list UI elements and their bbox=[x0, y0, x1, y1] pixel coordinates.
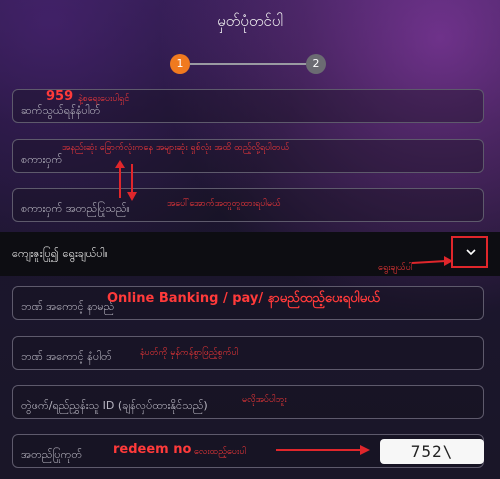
verify-note-bold: redeem no bbox=[113, 442, 192, 457]
phone-note-number: 959 bbox=[46, 89, 74, 104]
phone-note-text: နဲ့စရေးပေးပါရှင် bbox=[78, 94, 130, 104]
select-note: ရွေးချယ်ပါ bbox=[378, 263, 413, 273]
captcha-image[interactable]: 752\ bbox=[380, 439, 484, 464]
chevron-down-icon bbox=[466, 249, 476, 256]
step-connector bbox=[190, 63, 306, 65]
account-name-placeholder: ဘဏ် အကောင့် နာမည် bbox=[21, 300, 115, 313]
page-title: မှတ်ပုံတင်ပါ bbox=[217, 12, 283, 30]
bank-select-dropdown-toggle[interactable] bbox=[451, 236, 488, 268]
account-number-placeholder: ဘဏ် အကောင့် နံပါတ် bbox=[21, 350, 112, 363]
up-down-arrows bbox=[115, 160, 137, 201]
bank-select[interactable]: ကျေးဇူးပြု၍ ရွေးချယ်ပါ။ bbox=[0, 232, 500, 276]
step-indicator: 1 2 bbox=[0, 54, 500, 74]
phone-placeholder: ဆက်သွယ်ရန်နံပါတ် bbox=[21, 104, 101, 117]
account-name-note: Online Banking / pay/ နာမည်ထည့်ပေးရပါမယ် bbox=[107, 291, 380, 306]
account-number-field[interactable]: ဘဏ် အကောင့် နံပါတ် bbox=[12, 336, 484, 370]
account-number-note: နံပတ်ကို မှန်ကန်စွာဖြည့်စွက်ပါ bbox=[140, 348, 239, 358]
select-arrow bbox=[411, 256, 453, 266]
password-note: အနည်းဆုံး ခြောက်လုံးကနေ အများဆုံး ရှစ်လု… bbox=[62, 143, 290, 153]
referral-placeholder: တွဲဖက်/ရည်ညွှန်းသူ ID (ချန်လှပ်ထားနိုင်သ… bbox=[21, 399, 208, 412]
step-2: 2 bbox=[306, 54, 326, 74]
step-1: 1 bbox=[170, 54, 190, 74]
bank-select-placeholder: ကျေးဇူးပြု၍ ရွေးချယ်ပါ။ bbox=[12, 247, 108, 260]
password-placeholder: စကားဝှက် bbox=[21, 153, 63, 166]
confirm-note: အပေါ်အောက်အတူတူထားရပါမယ် bbox=[167, 199, 281, 209]
referral-note: မလိုအပ်ပါဘူး bbox=[242, 395, 287, 405]
verify-arrow bbox=[276, 445, 370, 455]
confirm-placeholder: စကားဝှက် အတည်ပြုသည်။ bbox=[21, 202, 130, 215]
verify-note-text: လေးထည့်ပေးပါ bbox=[194, 447, 247, 457]
verify-placeholder: အတည်ပြုကုတ် bbox=[21, 448, 83, 461]
